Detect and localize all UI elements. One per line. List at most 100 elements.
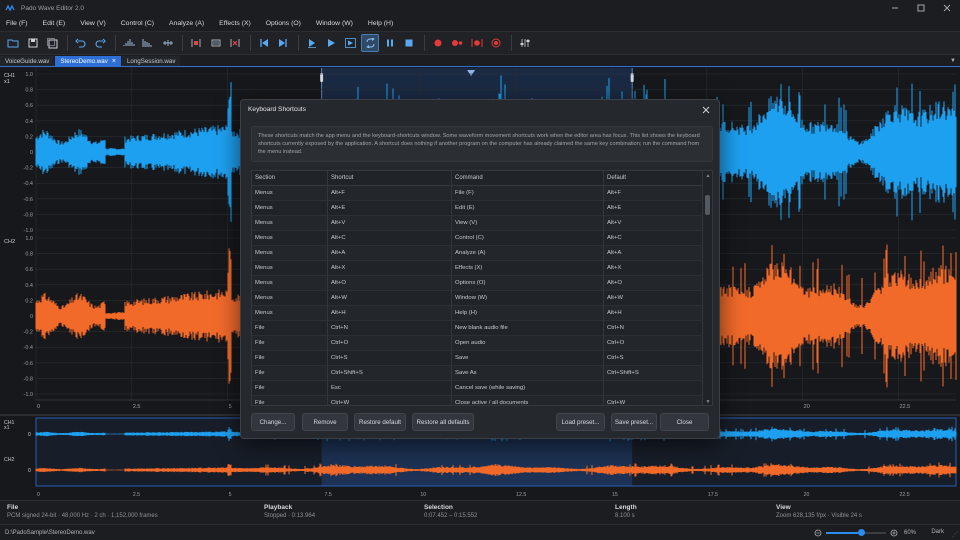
menu-file[interactable]: File (F) [6,20,28,27]
table-row[interactable]: File Ctrl+N New blank audio file Ctrl+N [252,321,704,336]
maximize-button[interactable] [908,0,934,16]
column-header-command[interactable]: Command [455,175,483,181]
mixer-button[interactable] [516,34,534,52]
table-row[interactable]: Menus Alt+X Effects (X) Alt+X [252,261,704,276]
toolbar-divider [182,35,183,51]
save-button[interactable] [24,34,42,52]
resize-grip-icon[interactable]: ⋰ [952,531,958,538]
go-end-icon [279,39,287,47]
title-bar: Pado Wave Editor 2.0 [0,0,960,16]
close-icon [702,106,710,114]
dialog-close-button[interactable] [699,103,713,117]
table-row[interactable]: File Esc Cancel save (while saving) [252,381,704,396]
menu-window[interactable]: Window (W) [316,20,353,27]
table-row[interactable]: File Ctrl+Shift+S Save As Ctrl+Shift+S [252,366,704,381]
menu-view[interactable]: View (V) [80,20,106,27]
loop-button[interactable] [361,34,379,52]
tab-stereodemo[interactable]: StereoDemo.wav × [55,56,121,66]
close-button[interactable]: Close [660,413,709,431]
play-from-cursor-button[interactable] [303,34,321,52]
table-row[interactable]: File Ctrl+S Save Ctrl+S [252,351,704,366]
tab-longsession[interactable]: LongSession.wav [121,56,181,66]
tab-close-icon[interactable]: × [112,58,116,65]
zoom-out-icon[interactable] [814,529,822,537]
menu-effects[interactable]: Effects (X) [219,20,251,27]
table-row[interactable]: Menus Alt+C Control (C) Alt+C [252,231,704,246]
record-append-button[interactable] [448,34,466,52]
menu-options[interactable]: Options (O) [266,20,301,27]
scroll-down-icon[interactable]: ▼ [703,398,712,405]
close-window-button[interactable] [934,0,960,16]
table-row[interactable]: Menus Alt+W Window (W) Alt+W [252,291,704,306]
table-row[interactable]: File Ctrl+W Close active / all documents Ct… [252,396,704,405]
cell-shortcut: Alt+X [331,265,346,271]
record-button[interactable] [429,34,447,52]
table-row[interactable]: Menus Alt+V View (V) Alt+V [252,216,704,231]
scroll-up-icon[interactable]: ▲ [703,172,712,180]
column-header-shortcut[interactable]: Shortcut [331,175,353,181]
restore-all-defaults-button[interactable]: Restore all defaults [412,413,474,431]
record-stop-button[interactable] [487,34,505,52]
theme-selector[interactable]: Dark [931,529,944,535]
redo-button[interactable] [91,34,109,52]
cell-command: View (V) [455,220,478,226]
restore-default-button[interactable]: Restore default [354,413,406,431]
table-row[interactable]: Menus Alt+F File (F) Alt+F [252,186,704,201]
fade-button[interactable] [159,34,177,52]
toolbar-divider [297,35,299,51]
table-row[interactable]: Menus Alt+A Analyze (A) Alt+A [252,246,704,261]
load-preset-button[interactable]: Load preset... [556,413,605,431]
cell-shortcut: Alt+H [331,310,346,316]
record-punch-button[interactable] [468,34,486,52]
go-start-button[interactable] [255,34,273,52]
stop-button[interactable] [400,34,418,52]
crop-button[interactable] [207,34,225,52]
column-header-default[interactable]: Default [607,175,626,181]
save-preset-button[interactable]: Save preset... [611,413,657,431]
zoom-in-icon[interactable] [890,529,898,537]
overview-x-tick-label: 20 [804,492,810,498]
table-row[interactable]: Menus Alt+O Options (O) Alt+O [252,276,704,291]
play-button[interactable] [322,34,340,52]
cell-section: Menus [255,220,273,226]
table-row[interactable]: File Ctrl+O Open audio Ctrl+O [252,336,704,351]
minimize-button[interactable] [882,0,908,16]
change-button[interactable]: Change... [251,413,295,431]
column-header-section[interactable]: Section [255,175,275,181]
menu-control[interactable]: Control (C) [121,20,154,27]
go-end-button[interactable] [274,34,292,52]
pause-button[interactable] [381,34,399,52]
menu-help[interactable]: Help (H) [368,20,393,27]
menu-edit[interactable]: Edit (E) [43,20,66,27]
save-all-button[interactable] [43,34,61,52]
open-button[interactable] [4,34,22,52]
table-row[interactable]: Menus Alt+H Help (H) Alt+H [252,306,704,321]
overview-x-tick-label: 15 [612,492,618,498]
tab-list-dropdown-icon[interactable]: ▼ [950,58,956,64]
cell-default: Alt+O [607,280,622,286]
cell-command: Window (W) [455,295,488,301]
cell-command: Save [455,355,469,361]
zoom-slider[interactable] [825,529,886,536]
play-icon [328,39,335,47]
trim-button[interactable] [187,34,205,52]
menu-analyze[interactable]: Analyze (A) [169,20,204,27]
selection-start-handle[interactable] [320,73,324,82]
remove-button[interactable]: Remove [302,413,348,431]
delete-selection-button[interactable] [226,34,244,52]
undo-button[interactable] [72,34,90,52]
y-tick-label: -0.2 [24,330,33,336]
tab-voiceguide[interactable]: VoiceGuide.wav [0,56,55,66]
cell-command: Control (C) [455,235,484,241]
amplify-button[interactable] [120,34,138,52]
cell-shortcut: Alt+F [331,190,345,196]
table-scrollbar[interactable]: ▲ ▼ [702,171,712,405]
selection-end-handle[interactable] [630,73,634,82]
scrollbar-thumb[interactable] [705,195,710,215]
play-selection-button[interactable] [342,34,360,52]
record-punch-icon [471,39,482,47]
normalize-button[interactable] [139,34,157,52]
toolbar-divider [510,35,512,51]
zoom-slider-thumb[interactable] [858,529,866,536]
table-row[interactable]: Menus Alt+E Edit (E) Alt+E [252,201,704,216]
